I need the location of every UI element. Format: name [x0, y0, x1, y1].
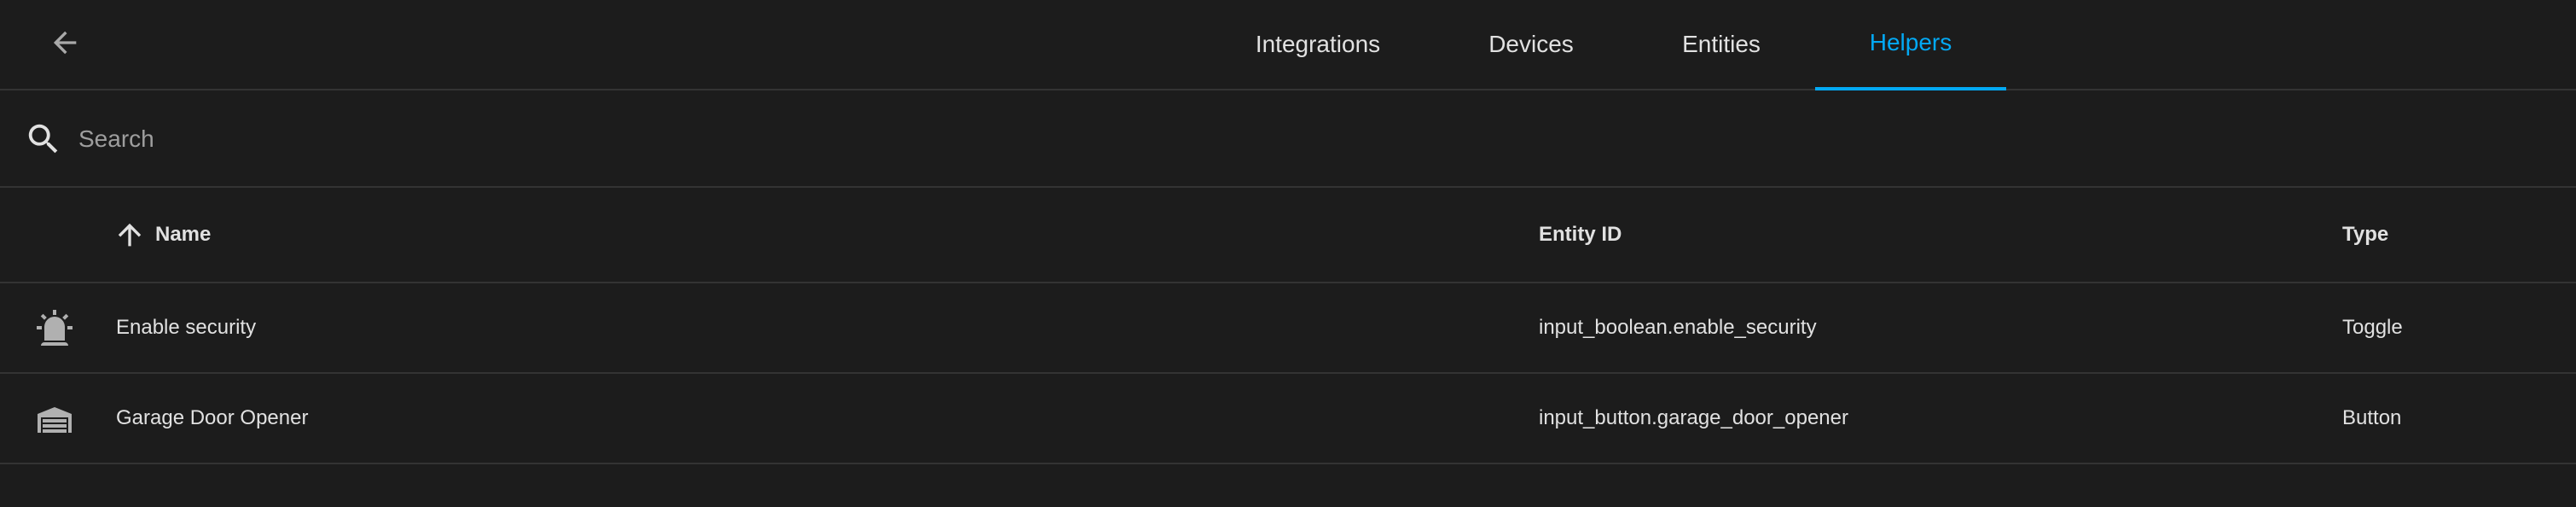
table-row[interactable]: Enable security input_boolean.enable_sec… — [0, 283, 2576, 374]
tab-integrations[interactable]: Integrations — [1228, 0, 1407, 89]
top-toolbar: Integrations Devices Entities Helpers — [0, 0, 2576, 90]
column-header-type[interactable]: Type — [2342, 188, 2388, 282]
tab-devices[interactable]: Devices — [1442, 0, 1621, 89]
row-type: Button — [2342, 406, 2402, 429]
search-bar — [0, 90, 2576, 188]
table-header: Name Entity ID Type — [0, 188, 2576, 283]
column-header-label: Name — [155, 223, 212, 246]
column-header-entity-id[interactable]: Entity ID — [1539, 188, 1622, 282]
search-input[interactable] — [78, 114, 2535, 165]
row-name: Garage Door Opener — [116, 406, 309, 429]
table-row[interactable]: Garage Door Opener input_button.garage_d… — [0, 374, 2576, 464]
tab-helpers[interactable]: Helpers — [1815, 0, 2006, 90]
column-header-name[interactable]: Name — [113, 188, 211, 282]
row-name: Enable security — [116, 316, 257, 339]
search-icon — [24, 119, 63, 159]
tab-entities[interactable]: Entities — [1636, 0, 1807, 89]
row-entity-id: input_button.garage_door_opener — [1539, 406, 1848, 429]
alarm-light-icon — [34, 308, 75, 349]
row-entity-id: input_boolean.enable_security — [1539, 316, 1817, 339]
column-header-label: Entity ID — [1539, 223, 1622, 246]
back-button[interactable] — [38, 17, 92, 72]
tab-label: Devices — [1488, 31, 1574, 57]
tab-label: Integrations — [1255, 31, 1381, 57]
garage-icon — [34, 399, 75, 440]
row-type: Toggle — [2342, 316, 2403, 339]
tab-label: Entities — [1682, 31, 1761, 57]
tab-label: Helpers — [1869, 29, 1952, 55]
arrow-up-icon — [113, 218, 147, 252]
column-header-label: Type — [2342, 223, 2389, 246]
arrow-left-icon — [48, 26, 82, 64]
